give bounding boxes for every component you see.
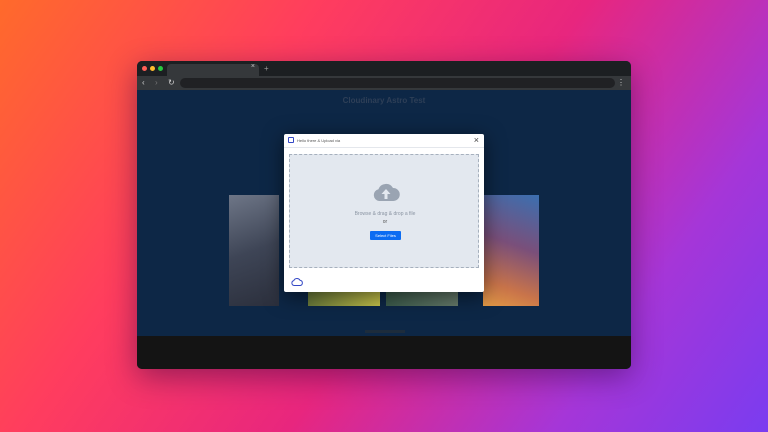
tab-strip: × + — [137, 61, 631, 76]
cloud-upload-icon — [373, 183, 400, 201]
cloud-logo-icon — [291, 278, 303, 286]
new-tab-icon[interactable]: + — [264, 64, 269, 73]
gallery-image[interactable] — [386, 291, 458, 306]
page-footer — [137, 336, 631, 369]
forward-icon[interactable]: › — [155, 78, 158, 88]
modal-header: Hello there & Upload via × — [284, 134, 484, 148]
gallery-image[interactable] — [483, 195, 539, 306]
upload-widget-modal: Hello there & Upload via × Browse & drag… — [284, 134, 484, 292]
gallery-image[interactable] — [308, 291, 380, 306]
minimize-window-button[interactable] — [150, 66, 155, 71]
tab-close-icon[interactable]: × — [251, 63, 255, 70]
gallery-pagination[interactable] — [365, 330, 405, 333]
browser-toolbar: ‹ › ↻ ⋮ — [137, 76, 631, 90]
browser-menu-icon[interactable]: ⋮ — [617, 78, 625, 88]
reload-icon[interactable]: ↻ — [168, 78, 175, 88]
page-title: Cloudinary Astro Test — [342, 96, 426, 105]
address-bar[interactable] — [180, 78, 615, 88]
close-icon[interactable]: × — [474, 135, 479, 145]
back-icon[interactable]: ‹ — [142, 78, 145, 88]
browser-tab[interactable]: × — [167, 63, 259, 76]
close-window-button[interactable] — [142, 66, 147, 71]
maximize-window-button[interactable] — [158, 66, 163, 71]
gallery-image[interactable] — [229, 195, 279, 306]
select-files-button[interactable]: Select Files — [370, 231, 401, 240]
drop-instructions: Browse & drag & drop a file — [354, 211, 416, 217]
or-separator: or — [382, 219, 388, 225]
modal-title: Hello there & Upload via — [297, 138, 341, 143]
drop-zone[interactable]: Browse & drag & drop a file or Select Fi… — [289, 154, 479, 268]
widget-logo-icon — [288, 137, 294, 143]
